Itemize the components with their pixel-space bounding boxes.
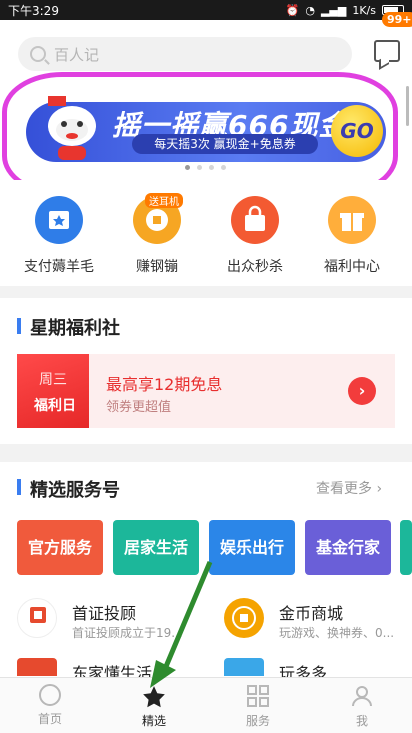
status-bar: 下午3:29 ⏰ ◔ ▂▄▆ 1K/s bbox=[0, 0, 412, 20]
message-icon[interactable] bbox=[374, 40, 400, 62]
tab-home[interactable]: 首页 bbox=[20, 684, 80, 727]
account-name[interactable]: 金币商城 bbox=[279, 600, 343, 624]
tab-me[interactable]: 我 bbox=[332, 684, 392, 729]
quick-item-tag: 送耳机 bbox=[145, 193, 183, 208]
quick-item-pay[interactable]: 支付薅羊毛 bbox=[19, 196, 99, 276]
section-title: 星期福利社 bbox=[30, 318, 120, 339]
service-card-next[interactable] bbox=[400, 520, 412, 575]
tab-label: 首页 bbox=[37, 712, 62, 726]
account-logo bbox=[17, 658, 57, 676]
tab-services[interactable]: 服务 bbox=[228, 684, 288, 729]
welfare-weekday: 周三 bbox=[39, 372, 67, 388]
search-input[interactable]: 百人记 bbox=[18, 37, 352, 71]
signal-icon: ▂▄▆ bbox=[320, 3, 347, 17]
section-accent bbox=[17, 318, 21, 334]
quick-item-coins[interactable]: 送耳机 赚钢镚 bbox=[117, 193, 197, 276]
welfare-headline: 最高享12期免息 bbox=[106, 375, 223, 394]
message-badge: 99+ bbox=[382, 12, 412, 27]
quick-item-label: 赚钢镚 bbox=[136, 259, 178, 275]
quick-item-label: 支付薅羊毛 bbox=[24, 259, 94, 275]
top-bar: 百人记 bbox=[0, 20, 412, 80]
service-card-official[interactable]: 官方服务 bbox=[17, 520, 103, 575]
yuan-coin-icon bbox=[39, 684, 61, 706]
ticket-icon bbox=[35, 196, 83, 244]
account-name[interactable]: 首证投顾 bbox=[72, 600, 136, 624]
annotation-arrow bbox=[150, 561, 213, 688]
view-more-link[interactable]: 查看更多 › bbox=[316, 478, 382, 498]
wifi-icon: ◔ bbox=[305, 3, 315, 17]
scrollbar[interactable] bbox=[406, 86, 409, 126]
quick-item-flash-sale[interactable]: 出众秒杀 bbox=[215, 196, 295, 276]
service-card-fund[interactable]: 基金行家 bbox=[305, 520, 391, 575]
quick-item-label: 出众秒杀 bbox=[227, 259, 283, 275]
tab-label: 服务 bbox=[245, 714, 270, 728]
quick-item-label: 福利中心 bbox=[324, 259, 380, 275]
tab-label: 我 bbox=[355, 714, 368, 728]
account-logo bbox=[224, 658, 264, 676]
account-logo bbox=[224, 598, 264, 638]
gift-icon bbox=[328, 196, 376, 244]
chevron-right-icon[interactable]: › bbox=[348, 377, 376, 405]
grid-icon bbox=[247, 685, 269, 707]
quick-item-welfare[interactable]: 福利中心 bbox=[312, 196, 392, 276]
welfare-day-block bbox=[17, 354, 89, 428]
status-time: 下午3:29 bbox=[8, 3, 59, 18]
alarm-icon: ⏰ bbox=[285, 3, 300, 17]
search-placeholder: 百人记 bbox=[54, 45, 100, 64]
highlight-annotation bbox=[2, 72, 398, 196]
network-speed: 1K/s bbox=[352, 3, 376, 17]
account-desc: 玩游戏、换神券、0... bbox=[279, 626, 395, 640]
search-icon bbox=[30, 46, 46, 62]
person-icon bbox=[352, 686, 372, 707]
section-title: 精选服务号 bbox=[30, 480, 120, 501]
shopping-bag-icon bbox=[231, 196, 279, 244]
tab-label: 精选 bbox=[141, 714, 166, 728]
section-accent bbox=[17, 479, 21, 495]
welfare-day-name: 福利日 bbox=[34, 398, 76, 414]
welfare-subtitle: 领券更超值 bbox=[106, 400, 172, 415]
account-logo bbox=[17, 598, 57, 638]
